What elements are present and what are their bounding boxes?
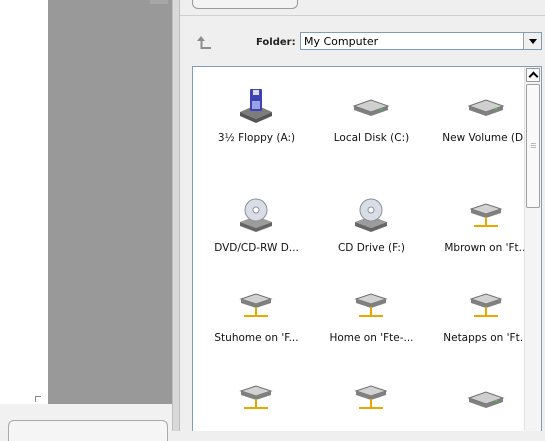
- hard-disk-icon: [467, 391, 505, 408]
- list-item[interactable]: 3½ Floppy (A:): [199, 85, 314, 157]
- scroll-thumb[interactable]: [526, 84, 540, 208]
- item-label: DVD/CD-RW D...: [214, 242, 299, 254]
- up-folder-icon[interactable]: [196, 33, 214, 51]
- separator: [180, 15, 545, 16]
- vertical-scrollbar[interactable]: [524, 67, 541, 431]
- item-label: Local Disk (C:): [333, 132, 410, 144]
- list-item[interactable]: [199, 377, 314, 431]
- folder-label: Folder:: [256, 37, 296, 48]
- resize-corner[interactable]: [35, 396, 41, 402]
- gray-panel: [48, 0, 172, 404]
- cd-drive-icon: [355, 198, 387, 232]
- list-item[interactable]: Stuhome on 'F...: [199, 285, 314, 357]
- file-list[interactable]: 3½ Floppy (A:) Local Disk (C:) New Volum…: [192, 66, 542, 431]
- network-drive-icon: [469, 293, 503, 317]
- gray-panel-edge: [150, 0, 168, 4]
- left-pane: [0, 0, 48, 404]
- chevron-down-icon[interactable]: [523, 33, 541, 49]
- list-item[interactable]: DVD/CD-RW D...: [199, 195, 314, 267]
- grip-icon: [531, 143, 536, 144]
- network-drive-icon: [239, 293, 273, 317]
- floppy-drive-icon: [240, 89, 272, 123]
- list-item[interactable]: [314, 377, 429, 431]
- network-drive-icon: [354, 385, 388, 409]
- scroll-up-button[interactable]: [526, 68, 540, 82]
- cd-drive-icon: [240, 198, 272, 232]
- network-drive-icon: [354, 293, 388, 317]
- top-tab[interactable]: [192, 0, 298, 9]
- item-label: 3½ Floppy (A:): [217, 132, 296, 144]
- item-label: Stuhome on 'F...: [214, 332, 299, 344]
- network-drive-icon: [239, 385, 273, 409]
- hard-disk-icon: [352, 99, 390, 116]
- item-label: Home on 'Fte-...: [329, 332, 414, 344]
- folder-value: My Computer: [304, 35, 379, 48]
- list-item[interactable]: Home on 'Fte-...: [314, 285, 429, 357]
- list-item[interactable]: CD Drive (F:): [314, 195, 429, 267]
- hard-disk-icon: [467, 99, 505, 116]
- splitter[interactable]: [172, 0, 180, 431]
- folder-dropdown[interactable]: My Computer: [300, 32, 542, 50]
- network-drive-icon: [469, 203, 503, 227]
- item-label: CD Drive (F:): [337, 242, 406, 254]
- list-item[interactable]: Local Disk (C:): [314, 85, 429, 157]
- browse-panel: Folder: My Computer 3½ Floppy (A:) Local…: [180, 0, 545, 431]
